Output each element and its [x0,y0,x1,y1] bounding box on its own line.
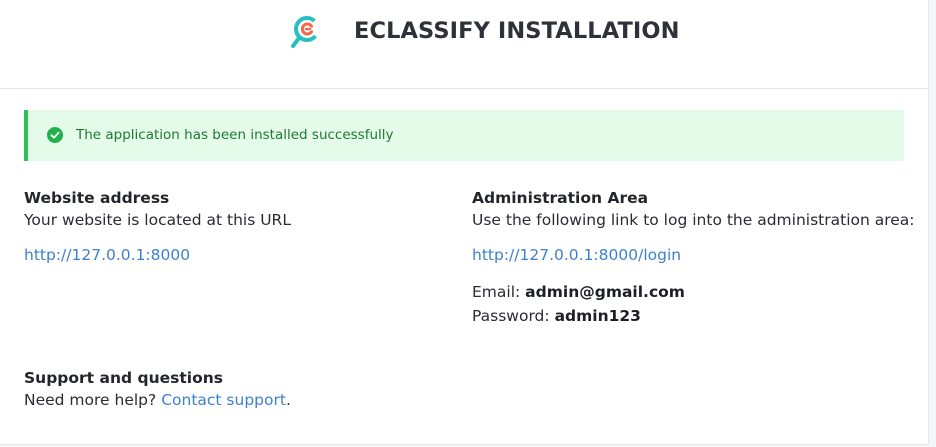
support-text-suffix: . [285,391,291,409]
email-label: Email: [472,283,521,301]
password-label: Password: [472,307,550,325]
support-text: Need more help? Contact support. [24,388,291,412]
contact-support-link[interactable]: Contact support [161,391,286,409]
admin-email: Email: admin@gmail.com [472,280,915,304]
page-title: ECLASSIFY INSTALLATION [354,18,680,44]
admin-password: Password: admin123 [472,304,915,328]
email-value: admin@gmail.com [525,283,685,301]
page-header: ECLASSIFY INSTALLATION [0,0,928,89]
support-text-prefix: Need more help? [24,391,157,409]
success-message: The application has been installed succe… [76,127,394,143]
success-alert: The application has been installed succe… [24,110,904,161]
installation-card: ECLASSIFY INSTALLATION The application h… [0,0,929,445]
website-description: Your website is located at this URL [24,211,291,229]
website-heading: Website address [24,189,170,207]
admin-heading: Administration Area [472,189,649,207]
admin-section: Administration Area Use the following li… [472,188,915,328]
password-value: admin123 [554,307,641,325]
website-section: Website address Your website is located … [24,188,291,266]
eclassify-logo-icon [291,16,320,48]
support-heading: Support and questions [24,369,223,387]
website-url-link[interactable]: http://127.0.0.1:8000 [24,246,190,264]
admin-description: Use the following link to log into the a… [472,211,915,229]
support-section: Support and questions Need more help? Co… [24,368,291,412]
check-circle-icon [47,127,63,143]
admin-login-link[interactable]: http://127.0.0.1:8000/login [472,246,681,264]
